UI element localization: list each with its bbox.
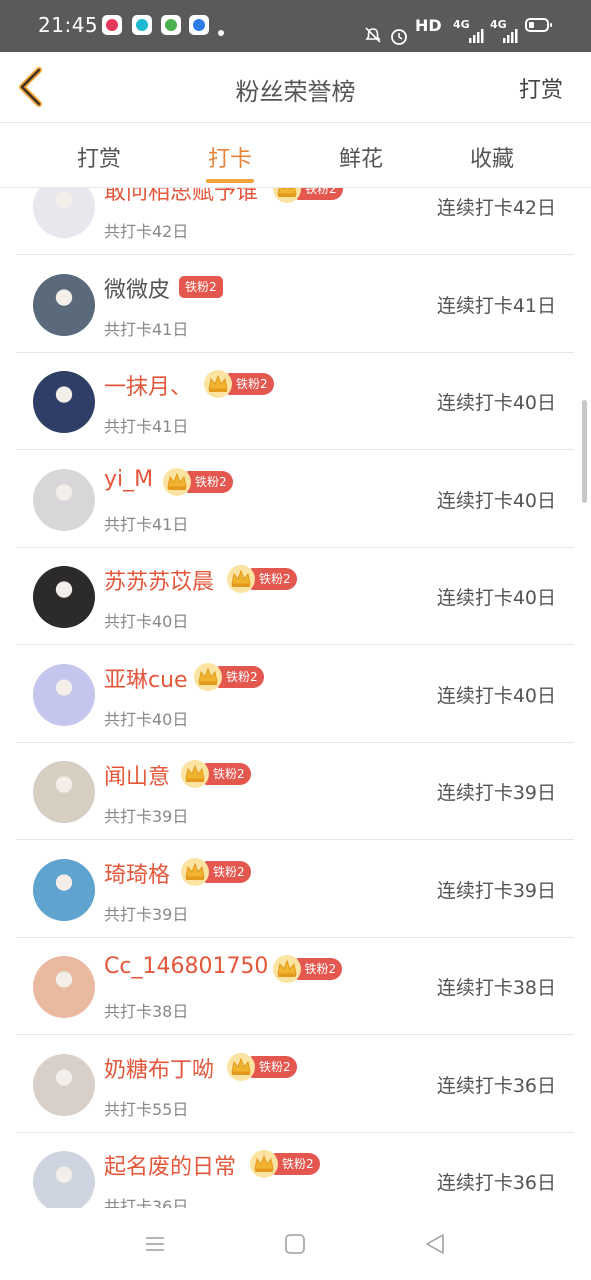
- fan-name[interactable]: 微微皮: [104, 272, 170, 304]
- fan-level-badge: 铁粉2: [179, 275, 223, 298]
- crown-icon: [227, 565, 255, 593]
- battery-icon: [525, 18, 552, 32]
- total-checkin-days: 共打卡42日: [104, 222, 189, 241]
- crown-icon: [273, 188, 301, 203]
- streak-days: 连续打卡40日: [436, 392, 556, 414]
- fan-name[interactable]: 一抹月、: [104, 369, 192, 401]
- avatar[interactable]: [33, 1151, 95, 1208]
- scrollbar[interactable]: [582, 400, 587, 503]
- tab-reward[interactable]: 打赏: [59, 141, 139, 173]
- reward-button[interactable]: 打赏: [519, 72, 563, 104]
- crown-icon: [250, 1150, 278, 1178]
- fan-name[interactable]: 闻山意: [104, 759, 170, 791]
- crown-icon: [204, 370, 232, 398]
- page-title: 粉丝荣誉榜: [235, 78, 356, 106]
- avatar[interactable]: [33, 956, 95, 1018]
- fan-row[interactable]: 苏苏苏苡晨 铁粉2 共打卡40日 连续打卡40日: [16, 548, 574, 645]
- more-notifications-dot: [218, 30, 224, 36]
- fan-name[interactable]: 敢问相思赋予谁: [104, 188, 258, 206]
- system-nav-bar: [0, 1208, 591, 1280]
- avatar[interactable]: [33, 468, 95, 531]
- fan-row[interactable]: Cc_146801750 铁粉2 共打卡38日 连续打卡38日: [16, 938, 574, 1035]
- streak-days: 连续打卡36日: [436, 1074, 556, 1097]
- app-notification-icon: [161, 15, 181, 35]
- total-checkin-days: 共打卡40日: [104, 612, 189, 631]
- fan-name[interactable]: Cc_146801750: [104, 954, 268, 979]
- crown-icon: [163, 467, 191, 496]
- streak-days: 连续打卡36日: [436, 1172, 556, 1194]
- back-nav-icon[interactable]: [423, 1232, 447, 1256]
- hd-indicator: HD: [415, 16, 442, 35]
- status-time: 21:45: [38, 13, 99, 37]
- total-checkin-days: 共打卡39日: [104, 807, 189, 826]
- signal-icon: [469, 29, 484, 43]
- fan-row[interactable]: 敢问相思赋予谁 铁粉2 共打卡42日 连续打卡42日: [16, 188, 574, 255]
- avatar[interactable]: [33, 1053, 95, 1116]
- streak-days: 连续打卡41日: [436, 294, 556, 317]
- signal-icon: [503, 29, 518, 43]
- avatar[interactable]: [33, 663, 95, 726]
- avatar[interactable]: [33, 566, 95, 628]
- total-checkin-days: 共打卡38日: [104, 1002, 189, 1021]
- avatar[interactable]: [33, 371, 95, 433]
- alarm-icon: [391, 29, 407, 45]
- total-checkin-days: 共打卡36日: [104, 1197, 189, 1208]
- app-notification-icon: [132, 15, 152, 35]
- total-checkin-days: 共打卡41日: [104, 514, 189, 534]
- total-checkin-days: 共打卡40日: [104, 709, 189, 729]
- streak-days: 连续打卡40日: [436, 684, 556, 707]
- crown-icon: [181, 857, 209, 886]
- app-notification-icon: [102, 15, 122, 35]
- avatar[interactable]: [33, 761, 95, 823]
- app-notification-icon: [189, 15, 209, 35]
- fan-name[interactable]: 琦琦格: [104, 857, 170, 889]
- streak-days: 连续打卡40日: [436, 489, 556, 512]
- streak-days: 连续打卡39日: [436, 879, 556, 902]
- fan-row[interactable]: yi_M 铁粉2 共打卡41日 连续打卡40日: [16, 451, 574, 548]
- total-checkin-days: 共打卡41日: [104, 417, 189, 436]
- avatar[interactable]: [33, 273, 95, 336]
- fan-row[interactable]: 起名废的日常 铁粉2 共打卡36日 连续打卡36日: [16, 1133, 574, 1208]
- crown-icon: [272, 955, 301, 983]
- fan-row[interactable]: 一抹月、 铁粉2 共打卡41日 连续打卡40日: [16, 353, 574, 450]
- fan-ranking-list[interactable]: 敢问相思赋予谁铁粉2 共打卡42日 连续打卡42日微微皮 铁粉2 共打卡41日 连续打卡4…: [0, 188, 591, 1208]
- crown-icon: [227, 1052, 255, 1081]
- home-icon[interactable]: [283, 1232, 307, 1256]
- mute-bell-icon: [365, 27, 381, 43]
- streak-days: 连续打卡39日: [436, 782, 556, 804]
- streak-days: 连续打卡40日: [436, 587, 556, 609]
- fan-name[interactable]: 奶糖布丁呦: [104, 1052, 214, 1084]
- status-bar: 21:45 HD 4G 4G: [0, 0, 591, 52]
- fan-row[interactable]: 闻山意 铁粉2 共打卡39日 连续打卡39日: [16, 743, 574, 840]
- fan-name[interactable]: 苏苏苏苡晨: [104, 564, 214, 596]
- avatar[interactable]: [33, 858, 95, 921]
- streak-days: 连续打卡38日: [436, 977, 556, 999]
- tab-checkin[interactable]: 打卡: [190, 141, 270, 173]
- avatar[interactable]: [33, 188, 95, 238]
- fan-row[interactable]: 琦琦格 铁粉2 共打卡39日 连续打卡39日: [16, 841, 574, 938]
- streak-days: 连续打卡42日: [436, 197, 556, 219]
- tab-favorites[interactable]: 收藏: [452, 141, 532, 173]
- crown-icon: [194, 662, 222, 691]
- fan-row[interactable]: 亚琳cue 铁粉2 共打卡40日 连续打卡40日: [16, 646, 574, 743]
- app-header: 粉丝荣誉榜 打赏: [0, 52, 591, 123]
- active-tab-indicator: [206, 179, 254, 183]
- total-checkin-days: 共打卡41日: [104, 319, 189, 339]
- crown-icon: [181, 760, 209, 788]
- fan-name[interactable]: yi_M: [104, 467, 153, 492]
- fan-name[interactable]: 起名废的日常: [104, 1149, 236, 1181]
- total-checkin-days: 共打卡39日: [104, 904, 189, 924]
- fan-row[interactable]: 微微皮 铁粉2 共打卡41日 连续打卡41日: [16, 256, 574, 353]
- total-checkin-days: 共打卡55日: [104, 1099, 189, 1119]
- menu-icon[interactable]: [143, 1232, 167, 1256]
- tab-flowers[interactable]: 鲜花: [321, 141, 401, 173]
- fan-row[interactable]: 奶糖布丁呦 铁粉2 共打卡55日 连续打卡36日: [16, 1036, 574, 1133]
- fan-name[interactable]: 亚琳cue: [104, 662, 188, 694]
- tab-bar: 打赏 打卡 鲜花 收藏: [0, 123, 591, 188]
